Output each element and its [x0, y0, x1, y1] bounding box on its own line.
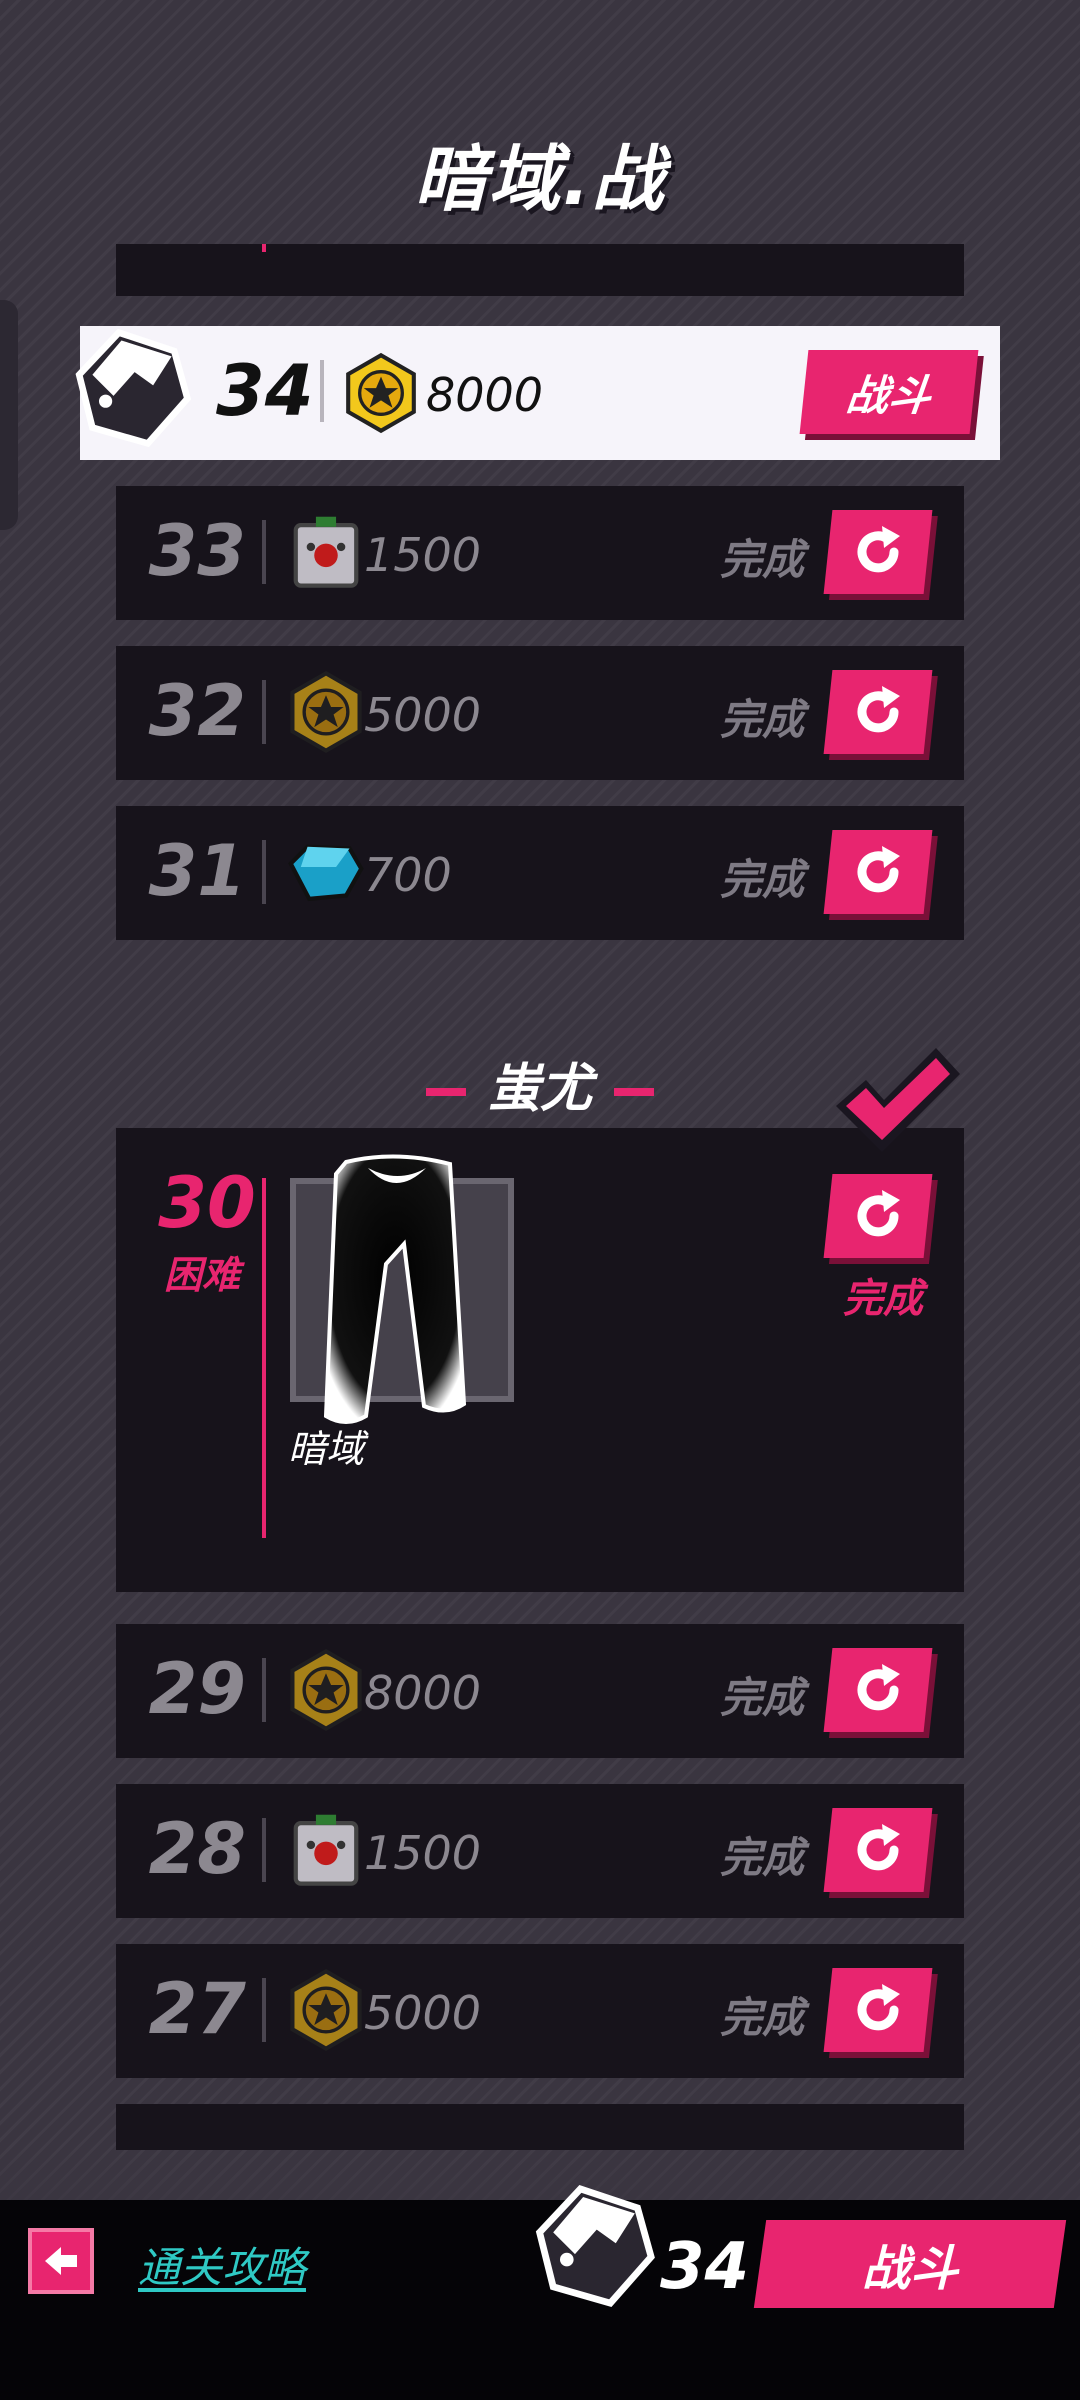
current-reward-amount: 8000 [426, 368, 544, 422]
level-row: 31 700 完成 [116, 806, 964, 940]
reward-amount: 5000 [364, 1986, 482, 2040]
gold-coin-icon [346, 352, 416, 434]
level-number: 32 [148, 670, 246, 752]
level-row: 32 5000 完成 [116, 646, 964, 780]
current-level-number: 34 [216, 350, 314, 432]
status-label: 完成 [720, 535, 805, 584]
replay-icon [857, 526, 900, 573]
level-number: 31 [148, 830, 246, 912]
status-label: 完成 [720, 855, 805, 904]
reward-amount: 8000 [364, 1666, 482, 1720]
avatar-icon [75, 328, 192, 448]
pants-icon [323, 1154, 467, 1424]
level-number: 27 [148, 1968, 246, 2050]
level-number: 29 [148, 1648, 246, 1730]
boss-level-card: 30 困难 暗域 完成 [116, 1128, 964, 1592]
current-level-row[interactable]: 34 8000 战斗 [75, 326, 1000, 460]
reward-amount: 700 [364, 848, 452, 902]
level-row: 28 1500 完成 [116, 1784, 964, 1918]
avatar-icon [535, 2184, 655, 2307]
reward-amount: 5000 [364, 688, 482, 742]
reward-amount: 1500 [364, 1826, 482, 1880]
replay-button[interactable] [823, 1174, 933, 1258]
reward-item-name: 暗域 [288, 1427, 365, 1471]
replay-button[interactable] [823, 830, 933, 914]
gold-coin-icon [290, 1968, 362, 2052]
status-label: 完成 [843, 1276, 923, 1322]
bottom-bar: 通关攻略 34 战斗 [0, 2184, 1080, 2400]
replay-icon [857, 1664, 900, 1711]
status-label: 完成 [720, 695, 805, 744]
fight-button-label: 战斗 [844, 370, 934, 420]
level-number: 28 [148, 1808, 246, 1890]
replay-button[interactable] [823, 1968, 933, 2052]
player-level: 34 [660, 2230, 750, 2304]
boss-name: 蚩尤 [487, 1059, 592, 1119]
bomb-crate-icon [293, 516, 359, 588]
bomb-crate-icon [293, 1814, 359, 1886]
reward-amount: 1500 [364, 528, 482, 582]
replay-icon [857, 1190, 900, 1237]
status-label: 完成 [720, 1833, 805, 1882]
replay-button[interactable] [823, 1648, 933, 1732]
level-row-partial [116, 244, 964, 296]
replay-button[interactable] [823, 1808, 933, 1892]
fight-button-label: 战斗 [861, 2241, 958, 2297]
replay-icon [857, 1824, 900, 1871]
bottom-fight-button[interactable]: 战斗 [753, 2220, 1067, 2308]
replay-icon [857, 1984, 900, 2031]
level-row: 33 1500 完成 [116, 486, 964, 620]
status-label: 完成 [720, 1993, 805, 2042]
level-row: 27 5000 完成 [116, 1944, 964, 2078]
side-drawer-tab[interactable] [0, 300, 18, 530]
fight-button[interactable]: 战斗 [799, 350, 979, 434]
back-button[interactable] [28, 2228, 94, 2294]
replay-icon [857, 686, 900, 733]
boss-level-number: 30 [158, 1162, 256, 1244]
blue-gem-icon [288, 844, 364, 902]
level-number: 33 [148, 510, 246, 592]
checkmark-icon [836, 1048, 960, 1152]
level-row-partial [116, 2104, 964, 2150]
difficulty-label: 困难 [163, 1253, 240, 1297]
status-label: 完成 [720, 1673, 805, 1722]
replay-button[interactable] [823, 670, 933, 754]
replay-icon [857, 846, 900, 893]
replay-button[interactable] [823, 510, 933, 594]
gold-coin-icon [290, 670, 362, 754]
walkthrough-link[interactable]: 通关攻略 [138, 2234, 306, 2295]
gold-coin-icon [290, 1648, 362, 1732]
arrow-left-icon [45, 2247, 77, 2275]
level-row: 29 8000 完成 [116, 1624, 964, 1758]
page-title: 暗域.战 [414, 137, 666, 221]
